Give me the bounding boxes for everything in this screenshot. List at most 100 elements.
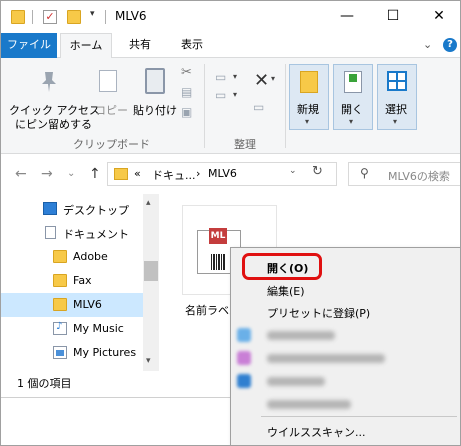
properties-icon[interactable]: ✓ (43, 10, 57, 24)
new-folder-icon[interactable] (67, 10, 81, 24)
tab-file[interactable]: ファイル (1, 33, 57, 58)
tree-item-label: Fax (73, 274, 92, 287)
address-bar[interactable]: « ドキュ... › MLV6 (107, 162, 337, 186)
recent-locations-button[interactable]: ⌄ (67, 168, 75, 179)
menu-item-blurred[interactable] (237, 374, 457, 388)
ribbon-home: クイック アクセス にピン留めする コピー 貼り付け ✂ ▤ ▣ クリップボード… (1, 58, 460, 154)
ribbon-collapse-icon[interactable]: ⌄ (423, 38, 432, 51)
menu-item-preset-register[interactable]: プリセットに登録(P) (232, 301, 460, 323)
menu-item-label: 編集(E) (267, 285, 305, 298)
new-button[interactable]: 新規 ▾ (289, 64, 329, 130)
open-icon (344, 71, 362, 93)
app-icon (237, 328, 251, 342)
qat-separator (32, 10, 33, 24)
copy-path-icon[interactable]: ▤ (181, 85, 192, 99)
select-dropdown-icon: ▾ (393, 117, 398, 126)
tree-item-adobe[interactable]: Adobe (1, 245, 143, 269)
folder-icon (114, 168, 128, 180)
menu-separator (261, 416, 457, 417)
search-input[interactable]: MLV6の検索 (388, 168, 450, 184)
music-icon (53, 321, 67, 335)
back-button[interactable]: ← (15, 166, 27, 182)
tree-item-my-pictures[interactable]: My Pictures (1, 341, 143, 365)
breadcrumb-current[interactable]: MLV6 (208, 167, 237, 180)
highlight-annotation (242, 253, 322, 280)
scroll-down-icon[interactable]: ▾ (146, 356, 151, 366)
pictures-icon (53, 346, 67, 359)
select-button[interactable]: 選択 ▾ (377, 64, 417, 130)
blurred-label (267, 331, 335, 340)
open-label: 開く (341, 103, 363, 116)
navigation-scrollbar[interactable]: ▴ ▾ (143, 194, 159, 371)
tree-item-fax[interactable]: Fax (1, 269, 143, 293)
clipboard-group-label: クリップボード (73, 138, 150, 151)
move-to-icon[interactable]: ▭ (215, 70, 226, 84)
rename-icon[interactable]: ▭ (253, 100, 264, 114)
tree-item-mlv6[interactable]: MLV6 (1, 293, 143, 317)
menu-item-edit[interactable]: 編集(E) (232, 279, 460, 301)
menu-item-blurred[interactable] (237, 351, 457, 365)
folder-icon (11, 10, 25, 24)
copy-to-icon[interactable]: ▭ (215, 88, 226, 102)
refresh-button[interactable]: ↻ (312, 164, 323, 179)
context-menu: 開く(O) 編集(E) プリセットに登録(P) ウイルススキャン... (230, 247, 460, 445)
close-button[interactable]: ✕ (416, 1, 460, 33)
delete-icon[interactable]: ✕ (254, 70, 269, 91)
barcode-icon (211, 254, 225, 270)
navigation-bar: ← → ⌄ ↑ « ドキュ... › MLV6 ⌄ ↻ ⚲ MLV6の検索 (1, 154, 460, 194)
tab-home[interactable]: ホーム (60, 33, 112, 59)
open-dropdown-icon: ▾ (349, 117, 354, 126)
select-grid-icon (387, 71, 407, 91)
qat-dropdown-icon[interactable]: ▾ (90, 9, 95, 19)
ml-badge: ML (209, 228, 227, 244)
up-button[interactable]: ↑ (89, 166, 101, 182)
tree-item-my-music[interactable]: My Music (1, 317, 143, 341)
paste-shortcut-icon[interactable]: ▣ (181, 105, 192, 119)
copy-label: コピー (95, 104, 128, 117)
search-box[interactable]: ⚲ MLV6の検索 (348, 162, 460, 186)
scrollbar-thumb[interactable] (144, 261, 158, 281)
minimize-button[interactable]: — (324, 1, 370, 33)
menu-item-blurred[interactable] (237, 328, 457, 342)
pin-icon (42, 72, 56, 92)
blurred-label (267, 354, 385, 363)
tree-item-desktop[interactable]: デスクトップ (1, 197, 143, 221)
tree-item-label: MLV6 (73, 298, 102, 311)
app-icon (237, 374, 251, 388)
title-separator (105, 10, 106, 24)
documents-icon (45, 226, 56, 239)
organize-group-label: 整理 (234, 138, 256, 151)
scroll-up-icon[interactable]: ▴ (146, 198, 151, 208)
copy-to-dropdown-icon[interactable]: ▾ (233, 90, 237, 99)
tree-item-label: デスクトップ (63, 204, 129, 217)
forward-button[interactable]: → (41, 166, 53, 182)
help-icon[interactable]: ? (443, 38, 457, 52)
paste-label: 貼り付け (133, 104, 177, 117)
menu-item-virus-scan[interactable]: ウイルススキャン... (232, 420, 460, 442)
new-folder-icon (300, 71, 318, 93)
tab-share[interactable]: 共有 (116, 33, 164, 58)
address-dropdown-icon[interactable]: ⌄ (289, 166, 297, 176)
delete-dropdown-icon[interactable]: ▾ (271, 74, 275, 83)
breadcrumb-separator[interactable]: › (196, 167, 200, 180)
breadcrumb-overflow[interactable]: « (134, 167, 141, 180)
move-to-dropdown-icon[interactable]: ▾ (233, 72, 237, 81)
menu-item-blurred[interactable] (237, 397, 457, 411)
tab-view[interactable]: 表示 (168, 33, 216, 58)
tree-item-label: My Music (73, 322, 124, 335)
menu-item-label: プリセットに登録(P) (267, 307, 371, 320)
search-icon: ⚲ (360, 166, 369, 180)
cut-icon[interactable]: ✂ (181, 65, 192, 80)
folder-icon (53, 250, 67, 263)
breadcrumb-parent[interactable]: ドキュ... (152, 167, 196, 183)
open-button[interactable]: 開く ▾ (333, 64, 373, 130)
title-bar: ✓ ▾ MLV6 — ☐ ✕ (1, 1, 460, 33)
group-separator (285, 64, 286, 148)
maximize-button[interactable]: ☐ (370, 1, 416, 33)
item-count: 1 個の項目 (17, 377, 72, 390)
explorer-window: ✓ ▾ MLV6 — ☐ ✕ ファイル ホーム 共有 表示 ⌄ ? クイック ア… (0, 0, 461, 446)
menu-item-open[interactable]: 開く(O) (232, 253, 460, 280)
select-label: 選択 (385, 103, 407, 116)
tree-item-documents[interactable]: ドキュメント (1, 221, 143, 245)
folder-icon (53, 298, 67, 311)
